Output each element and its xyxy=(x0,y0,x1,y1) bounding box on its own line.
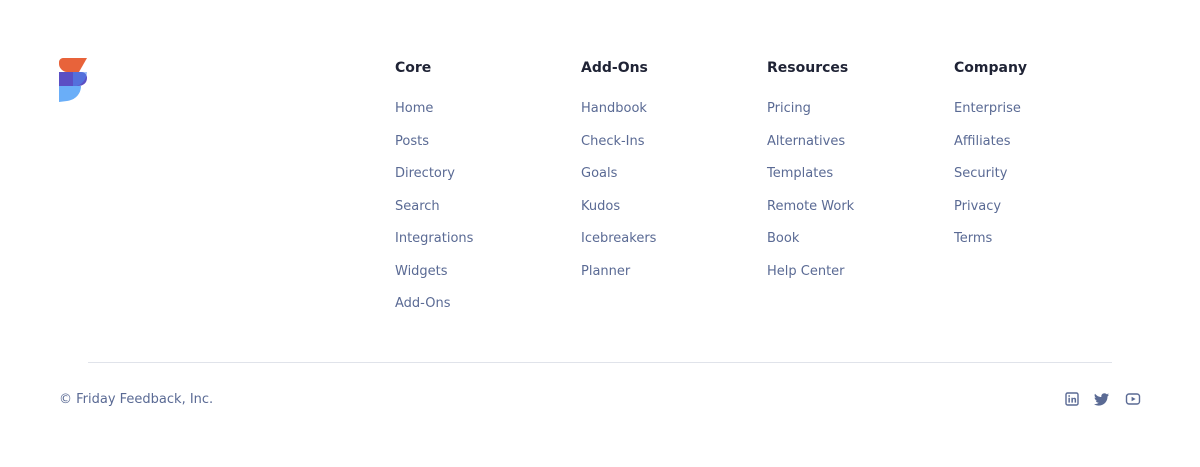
footer-column-core: Core Home Posts Directory Search Integra… xyxy=(395,59,565,327)
footer-link-integrations[interactable]: Integrations xyxy=(395,231,473,246)
footer-link-enterprise[interactable]: Enterprise xyxy=(954,101,1021,116)
footer-link-security[interactable]: Security xyxy=(954,166,1007,181)
list-item: Book xyxy=(767,229,937,262)
list-item: Handbook xyxy=(581,99,751,132)
friday-logo-icon[interactable] xyxy=(59,58,89,102)
footer-link-book[interactable]: Book xyxy=(767,231,799,246)
list-item: Help Center xyxy=(767,262,937,295)
column-title: Core xyxy=(395,60,432,76)
footer-divider xyxy=(88,362,1112,363)
list-item: Terms xyxy=(954,229,1124,262)
list-item: Posts xyxy=(395,132,565,165)
link-list: Handbook Check-Ins Goals Kudos Icebreake… xyxy=(581,99,751,294)
list-item: Home xyxy=(395,99,565,132)
list-item: Planner xyxy=(581,262,751,295)
list-item: Privacy xyxy=(954,197,1124,230)
list-item: Affiliates xyxy=(954,132,1124,165)
footer-column-resources: Resources Pricing Alternatives Templates… xyxy=(767,59,937,294)
footer-link-add-ons[interactable]: Add-Ons xyxy=(395,296,450,311)
list-item: Directory xyxy=(395,164,565,197)
list-item: Enterprise xyxy=(954,99,1124,132)
footer-link-goals[interactable]: Goals xyxy=(581,166,617,181)
footer-link-affiliates[interactable]: Affiliates xyxy=(954,134,1011,149)
copyright-text: © Friday Feedback, Inc. xyxy=(59,392,214,407)
footer-link-remote-work[interactable]: Remote Work xyxy=(767,199,854,214)
youtube-icon[interactable] xyxy=(1125,391,1141,407)
list-item: Icebreakers xyxy=(581,229,751,262)
column-title: Add-Ons xyxy=(581,60,648,76)
footer-link-kudos[interactable]: Kudos xyxy=(581,199,620,214)
footer-link-check-ins[interactable]: Check-Ins xyxy=(581,134,645,149)
link-list: Enterprise Affiliates Security Privacy T… xyxy=(954,99,1124,262)
column-title: Resources xyxy=(767,60,849,76)
footer-link-privacy[interactable]: Privacy xyxy=(954,199,1001,214)
footer-link-search[interactable]: Search xyxy=(395,199,440,214)
list-item: Kudos xyxy=(581,197,751,230)
footer-column-company: Company Enterprise Affiliates Security P… xyxy=(954,59,1124,262)
footer-column-add-ons: Add-Ons Handbook Check-Ins Goals Kudos I… xyxy=(581,59,751,294)
link-list: Home Posts Directory Search Integrations… xyxy=(395,99,565,327)
footer-link-icebreakers[interactable]: Icebreakers xyxy=(581,231,656,246)
list-item: Alternatives xyxy=(767,132,937,165)
list-item: Security xyxy=(954,164,1124,197)
footer-link-pricing[interactable]: Pricing xyxy=(767,101,811,116)
footer-link-handbook[interactable]: Handbook xyxy=(581,101,647,116)
footer-link-alternatives[interactable]: Alternatives xyxy=(767,134,845,149)
linkedin-icon[interactable] xyxy=(1064,391,1080,407)
list-item: Widgets xyxy=(395,262,565,295)
list-item: Add-Ons xyxy=(395,294,565,327)
footer-link-home[interactable]: Home xyxy=(395,101,433,116)
footer-link-terms[interactable]: Terms xyxy=(954,231,992,246)
list-item: Templates xyxy=(767,164,937,197)
column-title: Company xyxy=(954,60,1028,76)
list-item: Search xyxy=(395,197,565,230)
twitter-icon[interactable] xyxy=(1094,391,1110,407)
footer-link-templates[interactable]: Templates xyxy=(767,166,833,181)
list-item: Remote Work xyxy=(767,197,937,230)
link-list: Pricing Alternatives Templates Remote Wo… xyxy=(767,99,937,294)
list-item: Integrations xyxy=(395,229,565,262)
footer-link-help-center[interactable]: Help Center xyxy=(767,264,845,279)
footer-link-widgets[interactable]: Widgets xyxy=(395,264,448,279)
footer-link-planner[interactable]: Planner xyxy=(581,264,630,279)
list-item: Check-Ins xyxy=(581,132,751,165)
list-item: Goals xyxy=(581,164,751,197)
site-footer: Core Home Posts Directory Search Integra… xyxy=(0,0,1200,467)
footer-link-posts[interactable]: Posts xyxy=(395,134,429,149)
list-item: Pricing xyxy=(767,99,937,132)
footer-link-directory[interactable]: Directory xyxy=(395,166,455,181)
